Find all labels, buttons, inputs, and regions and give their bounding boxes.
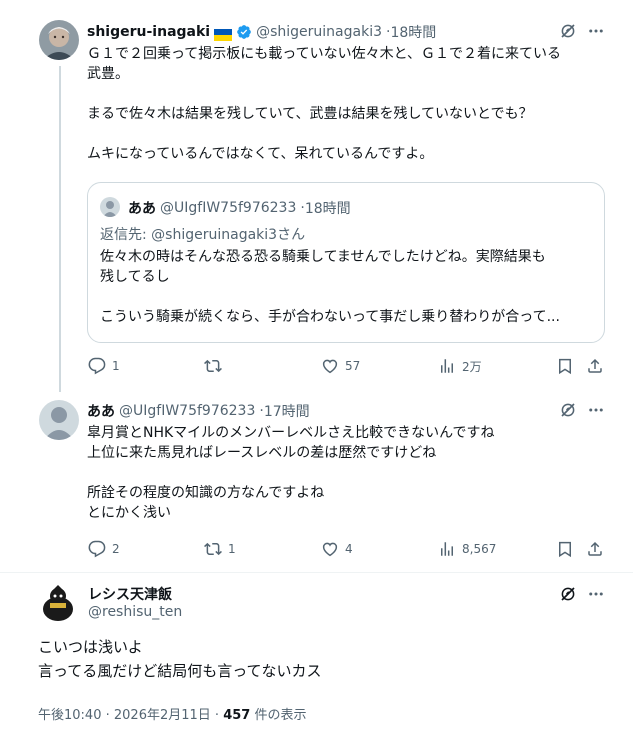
- reply-to-handle[interactable]: @shigeruinagaki3さん: [151, 227, 305, 243]
- grok-icon[interactable]: [557, 583, 579, 605]
- tweet-header: shigeru-inagaki @shigeruinagaki3 · 18時間: [87, 22, 440, 42]
- reply-icon: [88, 357, 106, 375]
- bookmark-icon[interactable]: [554, 355, 576, 377]
- tweet-text: Ｇ１で２回乗って掲示板にも載っていない佐々木と、Ｇ１で２着に来ている 武豊。 ま…: [87, 44, 607, 164]
- post-date[interactable]: 2026年2月11日: [114, 708, 211, 723]
- handle: @UIgfIW75f976233: [160, 200, 297, 216]
- views-icon: [441, 359, 453, 373]
- tweet-text-line: こいつは浅いよ: [38, 638, 143, 656]
- quote-header: ああ @UIgfIW75f976233 · 18時間: [128, 198, 355, 218]
- text-line: Ｇ１で２回乗って掲示板にも載っていない佐々木と、Ｇ１で２着に来ている: [87, 46, 562, 62]
- retweet-icon: [204, 542, 222, 556]
- views-count: 8,567: [462, 542, 497, 556]
- avatar[interactable]: [38, 583, 78, 623]
- views-count: 457: [223, 708, 251, 723]
- timestamp: 18時間: [304, 201, 351, 217]
- avatar[interactable]: [39, 20, 79, 60]
- text-line: 武豊。: [87, 66, 129, 82]
- text-line: 佐々木の時はそんな恐る恐る騎乗してませんでしたけどね。実際結果も: [100, 249, 546, 265]
- views-icon: [441, 542, 453, 556]
- thread-line: [59, 66, 61, 392]
- retweet-count: 1: [228, 542, 236, 556]
- views-count: 2万: [462, 359, 482, 374]
- text-line: 皐月賞とNHKマイルのメンバーレベルさえ比較できないんですね: [87, 425, 495, 441]
- text-line: ムキになっているんではなくて、呆れているんですよ。: [87, 146, 434, 162]
- tweet-text-line: 言ってる風だけど結局何も言ってないカス: [38, 662, 322, 680]
- tweet-meta: 午後10:40 · 2026年2月11日 · 457 件の表示: [38, 704, 306, 723]
- more-icon[interactable]: [585, 399, 607, 421]
- like-button[interactable]: 57: [321, 355, 360, 377]
- bookmark-icon[interactable]: [554, 538, 576, 560]
- avatar: [100, 197, 120, 217]
- like-icon: [322, 359, 338, 374]
- timestamp[interactable]: 17時間: [264, 401, 310, 421]
- avatar[interactable]: [39, 400, 79, 440]
- like-count: 57: [345, 359, 361, 373]
- reply-icon: [88, 540, 106, 558]
- separator: ·: [101, 708, 114, 723]
- display-name[interactable]: レシス天津飯: [88, 584, 172, 604]
- text-line: まるで佐々木は結果を残していて、武豊は結果を残していないとでも？: [87, 106, 533, 122]
- quote-text: 佐々木の時はそんな恐る恐る騎乗してませんでしたけどね。実際結果も 残してるし こ…: [100, 247, 594, 327]
- grok-icon[interactable]: [557, 20, 579, 42]
- like-button[interactable]: 4: [321, 538, 353, 560]
- text-line: 残してるし: [100, 269, 170, 285]
- ukraine-flag-icon: [214, 26, 233, 41]
- display-name: ああ: [128, 201, 156, 217]
- quoted-tweet[interactable]: ああ @UIgfIW75f976233 · 18時間 返信先: @shigeru…: [87, 182, 605, 343]
- handle[interactable]: @UIgfIW75f976233: [119, 403, 255, 419]
- share-icon[interactable]: [584, 538, 606, 560]
- timestamp[interactable]: 18時間: [390, 22, 436, 42]
- text-line: 所詮その程度の知識の方なんですよね: [87, 485, 325, 501]
- handle[interactable]: @reshisu_ten: [88, 604, 182, 620]
- separator: ·: [210, 708, 224, 723]
- divider: [0, 572, 633, 573]
- like-icon: [322, 542, 338, 557]
- reply-count: 2: [112, 542, 120, 556]
- retweet-button[interactable]: [204, 355, 228, 377]
- retweet-icon: [204, 359, 222, 373]
- text-line: こういう騎乗が続くなら、手が合わないって事だし乗り替わりが合って...: [100, 309, 560, 325]
- share-icon[interactable]: [584, 355, 606, 377]
- retweet-button[interactable]: 1: [204, 538, 236, 560]
- more-icon[interactable]: [585, 20, 607, 42]
- handle[interactable]: @shigeruinagaki3: [256, 24, 382, 40]
- verified-icon: [236, 24, 252, 40]
- grok-icon[interactable]: [557, 399, 579, 421]
- reply-to-prefix: 返信先:: [100, 227, 152, 243]
- display-name[interactable]: shigeru-inagaki: [87, 24, 210, 40]
- display-name[interactable]: ああ: [87, 401, 115, 421]
- reply-button[interactable]: 1: [88, 355, 120, 377]
- text-line: 上位に来た馬見ればレースレベルの差は歴然ですけどね: [87, 445, 437, 461]
- text-line: とにかく浅い: [87, 505, 171, 521]
- reply-count: 1: [112, 359, 120, 373]
- more-icon[interactable]: [585, 583, 607, 605]
- reply-to: 返信先: @shigeruinagaki3さん: [100, 225, 305, 245]
- reply-button[interactable]: 2: [88, 538, 120, 560]
- like-count: 4: [345, 542, 353, 556]
- tweet-text: 皐月賞とNHKマイルのメンバーレベルさえ比較できないんですね 上位に来た馬見れば…: [87, 423, 607, 523]
- views-label: 件の表示: [254, 708, 307, 723]
- views-button[interactable]: 2万: [438, 355, 482, 377]
- tweet-header: ああ @UIgfIW75f976233 · 17時間: [87, 401, 314, 421]
- post-time[interactable]: 午後10:40: [38, 708, 101, 723]
- views-button[interactable]: 8,567: [438, 538, 496, 560]
